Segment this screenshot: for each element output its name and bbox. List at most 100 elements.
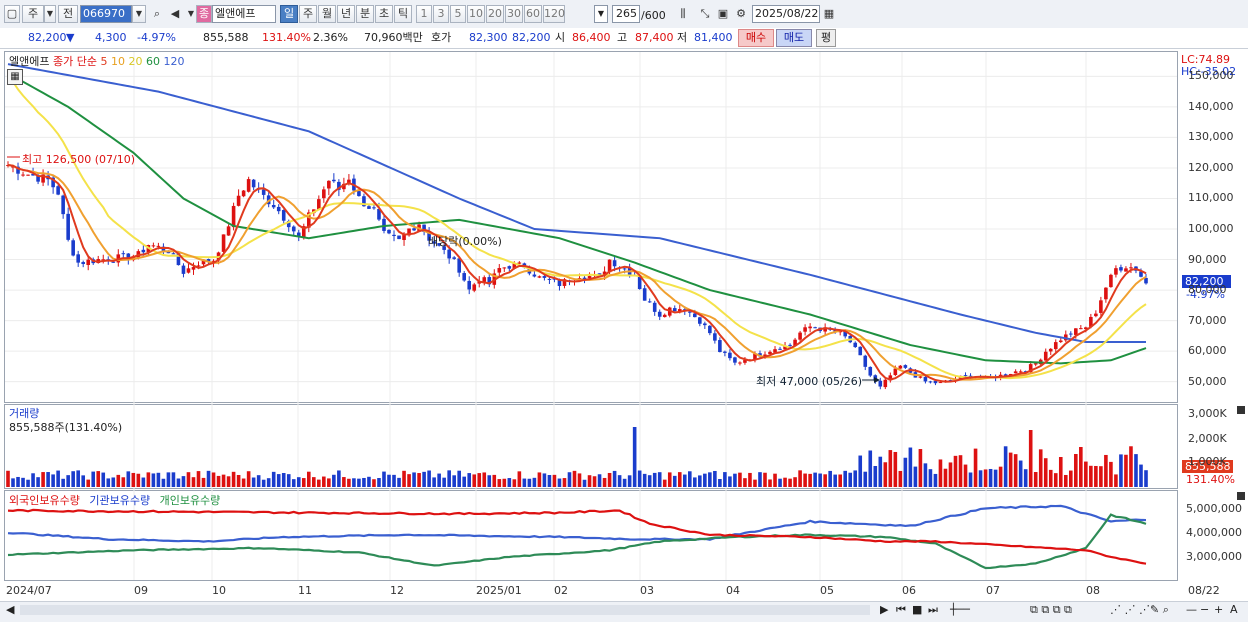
rewind-icon[interactable]: ⏮ xyxy=(896,603,906,617)
volume-bar xyxy=(1018,460,1023,487)
volume-bar xyxy=(166,472,171,487)
candle-body xyxy=(918,376,923,378)
volume-bar xyxy=(1084,461,1088,487)
candle-body xyxy=(1018,371,1023,373)
volume-bar xyxy=(1043,458,1048,487)
candle-body xyxy=(26,174,30,176)
x-axis-tick: 03 xyxy=(640,584,654,597)
plus-icon[interactable]: + xyxy=(1214,603,1223,616)
candle-body xyxy=(1043,351,1048,361)
candle-body xyxy=(261,189,266,195)
volume-bar xyxy=(457,470,461,487)
volume-bar xyxy=(748,472,752,487)
volume-bar xyxy=(552,474,557,487)
volume-bar xyxy=(562,478,567,487)
volume-bar xyxy=(868,450,873,487)
volume-bar xyxy=(968,472,973,487)
candle-body xyxy=(467,280,472,290)
candle-body xyxy=(963,375,968,377)
zoom-out-icon[interactable]: — xyxy=(1186,603,1197,616)
price-y-tick: 110,000 xyxy=(1188,191,1234,205)
candle-body xyxy=(1109,274,1113,288)
candle-body xyxy=(497,268,502,273)
volume-bar xyxy=(171,472,176,487)
x-axis-tick: 02 xyxy=(554,584,568,597)
volume-bar xyxy=(387,474,391,487)
volume-bar xyxy=(251,477,256,487)
volume-bar xyxy=(582,479,587,487)
volume-y-tick: 2,000K xyxy=(1188,432,1227,445)
volume-bar xyxy=(151,473,156,487)
ma60-line xyxy=(7,72,1147,365)
volume-bar xyxy=(1119,454,1123,487)
volume-bar xyxy=(121,477,126,487)
price-y-tick: 120,000 xyxy=(1188,160,1234,174)
volume-bar xyxy=(813,472,817,487)
candle-body xyxy=(858,346,863,356)
candle-body xyxy=(186,268,191,273)
volume-bar xyxy=(6,470,10,487)
volume-bar xyxy=(442,477,446,487)
scroll-right-icon[interactable]: ▶ xyxy=(880,603,888,616)
candle-body xyxy=(868,366,873,376)
volume-bar xyxy=(587,475,592,487)
candle-body xyxy=(1053,342,1058,350)
candle-body xyxy=(1114,268,1118,275)
candle-body xyxy=(1104,287,1108,300)
volume-bar xyxy=(281,473,286,487)
volume-bar xyxy=(1013,454,1018,487)
volume-bar xyxy=(828,470,832,487)
volume-bar xyxy=(542,473,547,487)
low-annotation: 최저 47,000 (05/26) xyxy=(756,375,863,388)
volume-bar xyxy=(973,448,978,487)
candle-body xyxy=(231,205,236,228)
candle-body xyxy=(547,278,552,280)
volume-bar xyxy=(477,473,482,487)
fast-forward-icon[interactable]: ⏭ xyxy=(928,603,938,617)
volume-bar xyxy=(948,462,953,487)
volume-bar xyxy=(773,473,777,487)
volume-bar xyxy=(126,471,131,487)
volume-bar xyxy=(91,471,96,487)
volume-bar xyxy=(56,470,60,487)
candle-body xyxy=(1069,333,1073,335)
trend-tools-icon[interactable]: ⋰ ⋰ ⋰ xyxy=(1110,603,1150,616)
layout-icon[interactable]: ⧉ ⧉ ⧉ ⧉ xyxy=(1030,603,1072,617)
volume-bar xyxy=(1104,454,1108,487)
candle-body xyxy=(251,179,256,188)
volume-bar xyxy=(938,459,943,487)
candle-body xyxy=(191,267,196,270)
volume-bar xyxy=(893,451,898,487)
volume-bar xyxy=(447,470,451,487)
volume-bar xyxy=(106,478,111,487)
volume-bar xyxy=(983,469,988,487)
holdings-y-tick: 5,000,000 xyxy=(1186,502,1242,515)
minus-icon[interactable]: − xyxy=(1200,603,1209,616)
ex-dividend-annotation: 배당락(0.00%) xyxy=(428,235,502,248)
volume-bar xyxy=(427,470,431,487)
draw-tools-icon[interactable]: ✎ ⌕ xyxy=(1150,603,1169,617)
price-y-tick: 100,000 xyxy=(1188,222,1234,236)
volume-bar xyxy=(522,478,527,487)
zoom-slider-icon[interactable]: ┼── xyxy=(950,603,970,616)
volume-bar xyxy=(713,470,717,487)
table-icon[interactable]: ▦ xyxy=(7,69,23,85)
candle-body xyxy=(241,190,246,197)
scroll-track[interactable] xyxy=(20,605,870,615)
volume-bar xyxy=(798,470,802,487)
volume-bar xyxy=(417,473,421,487)
candle-body xyxy=(883,379,888,388)
candle-body xyxy=(798,332,802,340)
scroll-left-icon[interactable]: ◀ xyxy=(6,603,14,616)
volume-bar xyxy=(1139,464,1143,487)
volume-bar xyxy=(848,472,853,487)
volume-bar xyxy=(317,479,321,487)
candle-body xyxy=(723,351,727,353)
candle-body xyxy=(56,186,60,195)
volume-bar xyxy=(1053,473,1058,487)
volume-bar xyxy=(863,471,868,487)
stop-icon[interactable]: ■ xyxy=(912,603,922,616)
font-size-icon[interactable]: A xyxy=(1230,603,1238,616)
volume-y-tick: 3,000K xyxy=(1188,407,1227,420)
ma10-line xyxy=(7,164,1147,381)
